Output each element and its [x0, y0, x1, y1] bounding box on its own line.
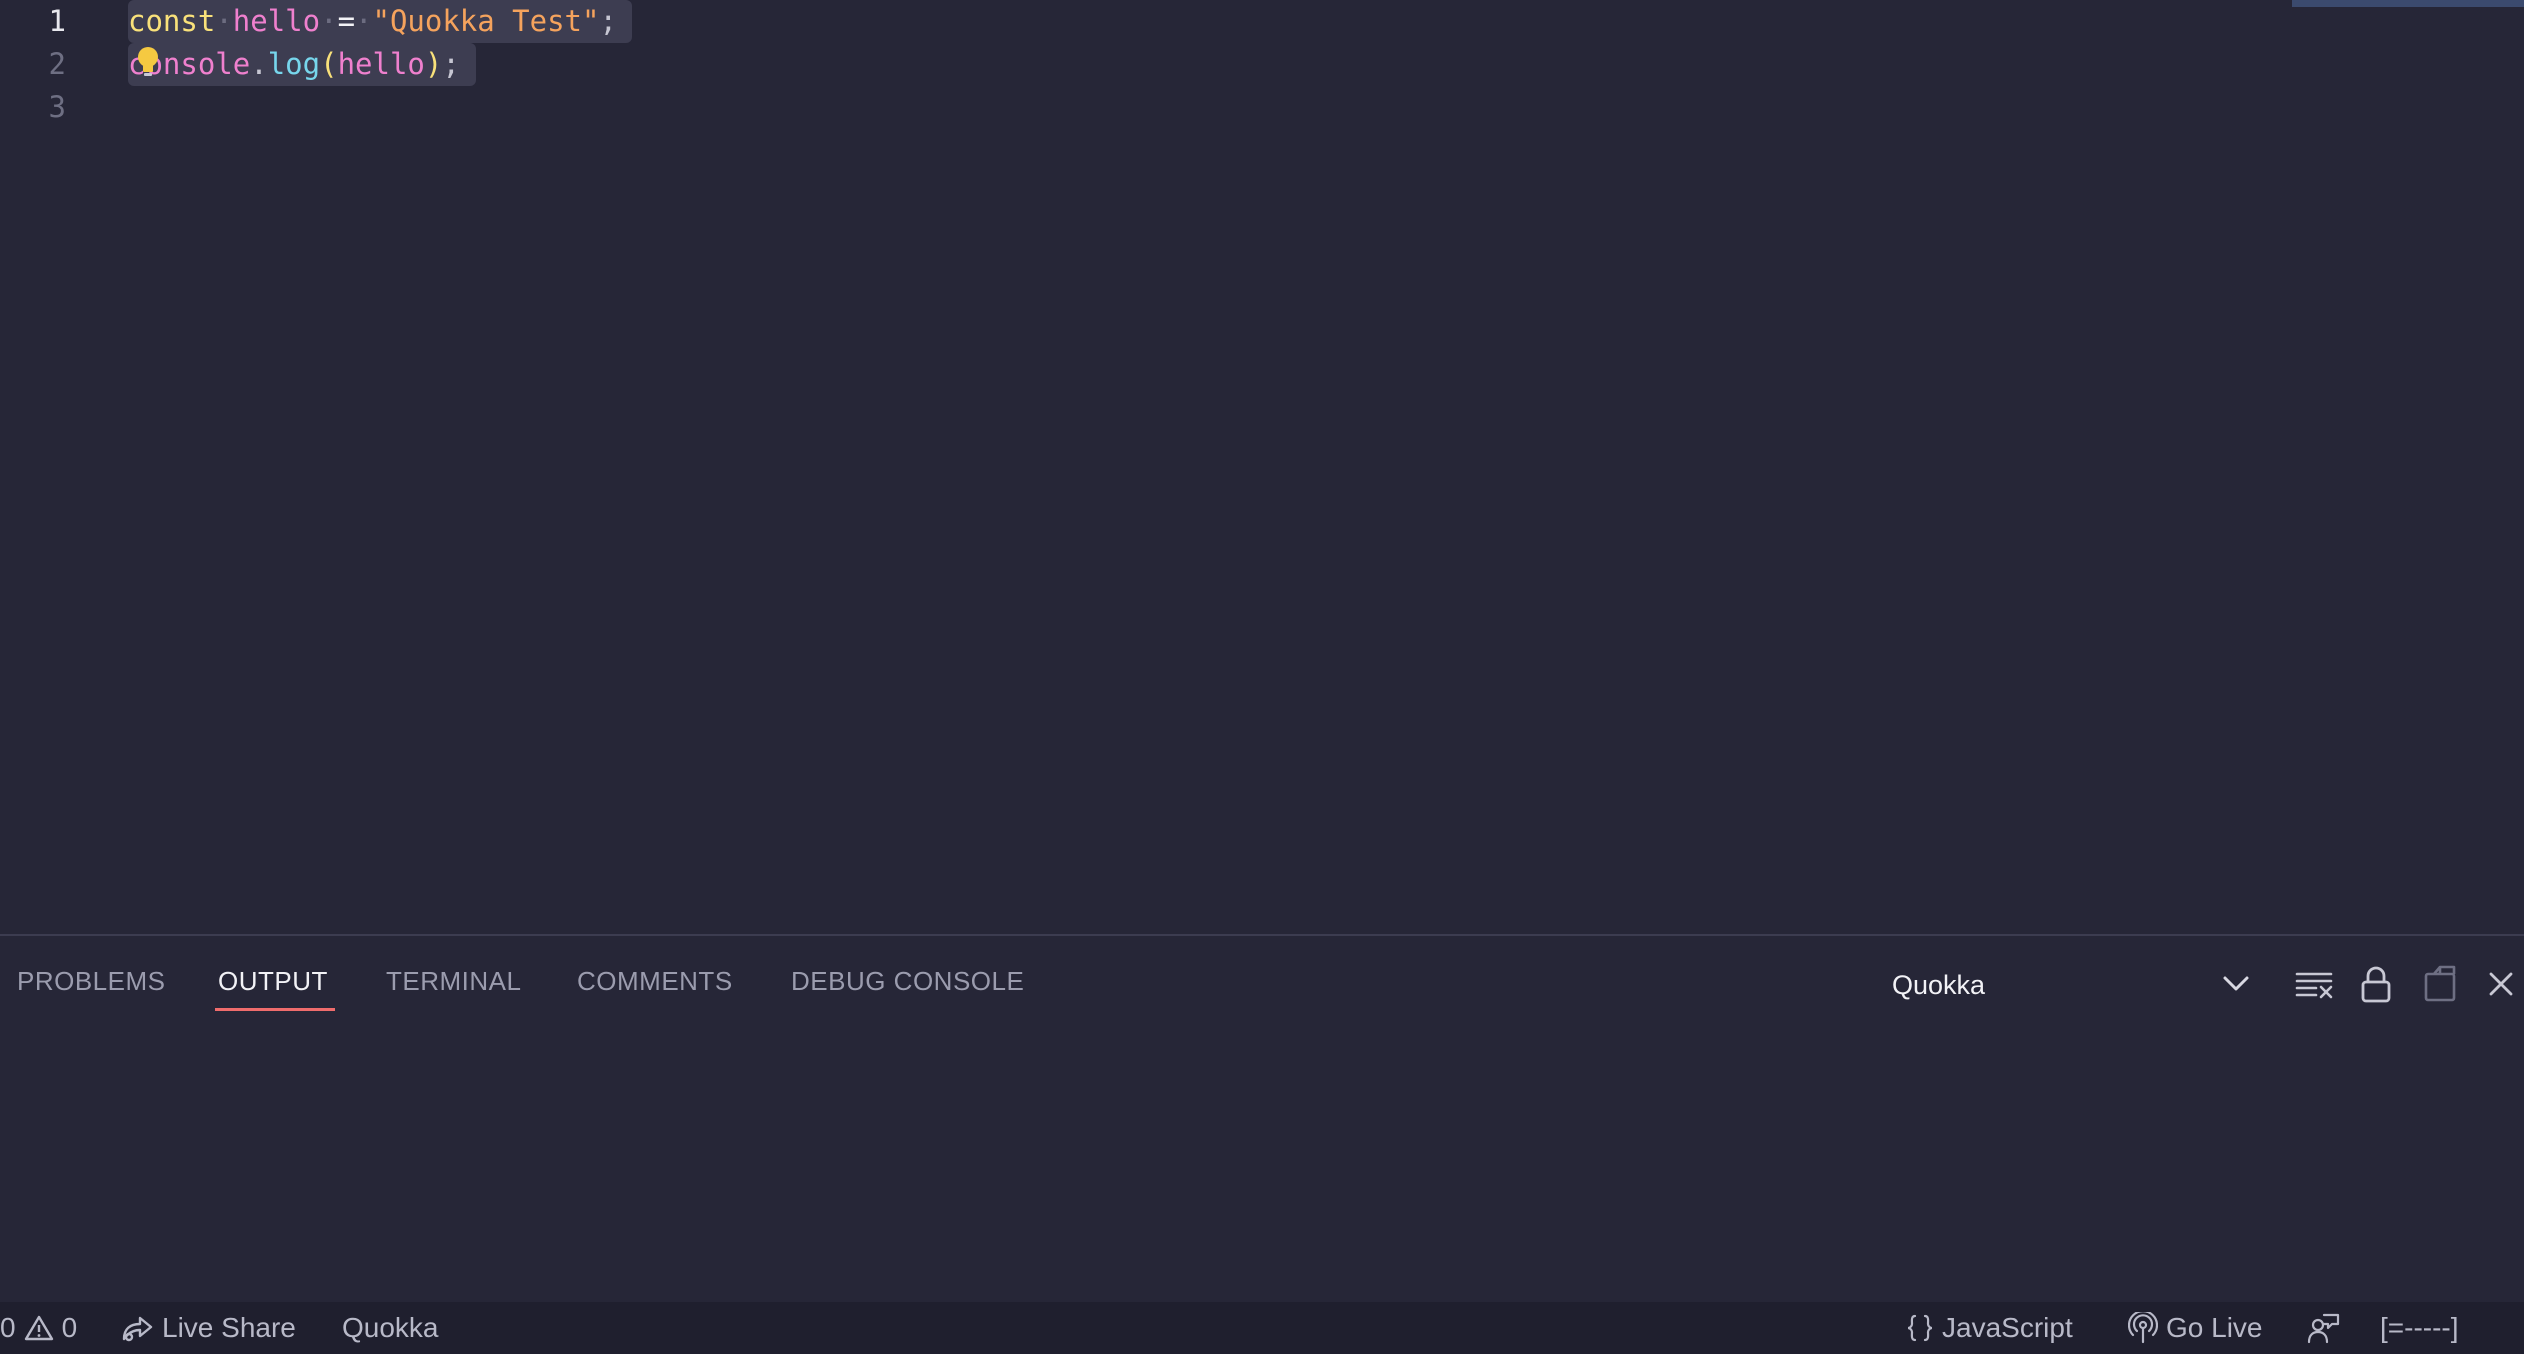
lock-scroll-icon: [2361, 966, 2391, 1003]
tab-comments[interactable]: COMMENTS: [577, 966, 733, 1006]
open-in-editor-button[interactable]: [2418, 962, 2462, 1006]
whitespace-marker: ·: [320, 4, 338, 38]
go-live-status[interactable]: Go Live: [2128, 1302, 2263, 1354]
feedback-button[interactable]: [2306, 1302, 2348, 1354]
line-number: 2: [48, 47, 66, 81]
live-share-status[interactable]: Live Share: [120, 1302, 296, 1354]
close-panel-button[interactable]: [2479, 962, 2523, 1006]
warning-icon: [24, 1315, 53, 1341]
quokka-status-label: Quokka: [342, 1312, 439, 1343]
line-number: 1: [48, 4, 66, 38]
code-line-1[interactable]: const·hello·=·"Quokka Test";: [128, 0, 617, 43]
argument-token: hello: [337, 47, 425, 81]
minimap-slider[interactable]: [2292, 0, 2524, 7]
code-line-2[interactable]: console.log(hello);: [128, 43, 460, 86]
active-tab-indicator: [215, 1008, 335, 1011]
broadcast-icon: [2128, 1312, 2158, 1344]
output-channel-select[interactable]: Quokka: [1870, 956, 2262, 1012]
tab-problems[interactable]: PROBLEMS: [17, 966, 166, 1006]
string-token: "Quokka Test": [372, 4, 600, 38]
whitespace-marker: ·: [215, 4, 233, 38]
output-channel-label: Quokka: [1892, 970, 1986, 1000]
status-bar: 0 0 Live Share Quokka JavaScript Go Live…: [0, 1302, 2524, 1354]
operator-token: =: [337, 4, 356, 38]
keyword-token: const: [128, 4, 216, 38]
chevron-down-icon: [2223, 976, 2249, 991]
tab-debug-console[interactable]: DEBUG CONSOLE: [791, 966, 1024, 1006]
semicolon-token: ;: [599, 4, 617, 38]
lock-scroll-button[interactable]: [2354, 962, 2398, 1006]
line-number: 3: [48, 90, 66, 124]
semicolon-token: ;: [442, 47, 460, 81]
paren-token: ): [424, 47, 443, 81]
close-icon: [2489, 972, 2513, 996]
live-share-label: Live Share: [162, 1312, 296, 1343]
language-mode-status[interactable]: JavaScript: [1906, 1302, 2073, 1354]
go-live-label: Go Live: [2166, 1312, 2263, 1343]
quokka-status[interactable]: Quokka: [342, 1302, 439, 1354]
open-in-editor-icon: [2424, 965, 2456, 1002]
problems-status[interactable]: 0 0: [0, 1302, 77, 1354]
bottom-panel: PROBLEMS OUTPUT TERMINAL COMMENTS DEBUG …: [0, 934, 2524, 1302]
dot-token: .: [250, 47, 268, 81]
clear-output-button[interactable]: [2292, 962, 2336, 1006]
method-token: log: [267, 47, 321, 81]
feedback-person-icon: [2307, 1313, 2340, 1344]
braces-icon: [1907, 1314, 1933, 1342]
panel-tab-bar: PROBLEMS OUTPUT TERMINAL COMMENTS DEBUG …: [0, 936, 1200, 1024]
warning-count: 0: [61, 1312, 78, 1343]
live-share-icon: [122, 1316, 153, 1342]
progress-label: [=-----]: [2380, 1312, 2459, 1343]
language-label: JavaScript: [1942, 1312, 2073, 1343]
clear-output-icon: [2295, 972, 2333, 999]
error-count: 0: [0, 1312, 16, 1343]
variable-token: hello: [232, 4, 321, 38]
lightbulb-icon[interactable]: [134, 44, 162, 80]
progress-indicator: [=-----]: [2380, 1302, 2459, 1354]
whitespace-marker: ·: [355, 4, 373, 38]
vscode-window: 1 2 3 const·hello·=·"Quokka Test"; conso…: [0, 0, 2524, 1354]
tab-output[interactable]: OUTPUT: [218, 966, 328, 1006]
tab-terminal[interactable]: TERMINAL: [386, 966, 521, 1006]
paren-token: (: [320, 47, 338, 81]
code-editor[interactable]: 1 2 3 const·hello·=·"Quokka Test"; conso…: [0, 0, 2524, 934]
